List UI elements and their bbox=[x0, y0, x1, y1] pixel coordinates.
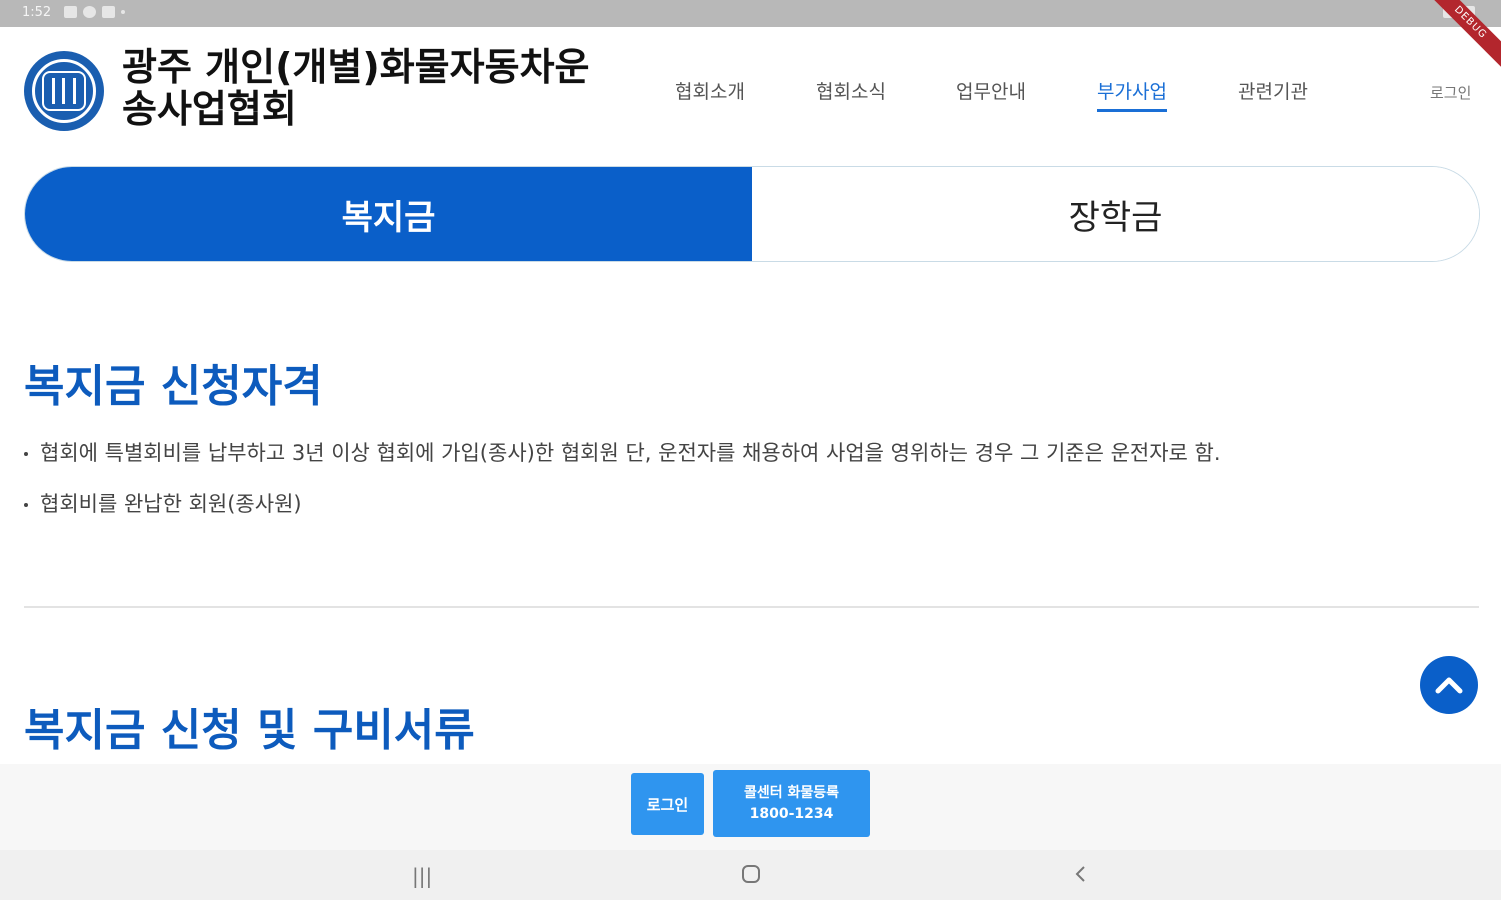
bottom-action-bar: 로그인 콜센터 화물등록 1800-1234 bbox=[0, 764, 1501, 850]
system-nav-bar: ||| bbox=[0, 850, 1501, 900]
bullet-item: 협회비를 완납한 회원(종사원) bbox=[24, 488, 302, 518]
youtube-icon bbox=[102, 6, 115, 18]
status-bar: 1:52 bbox=[0, 0, 1501, 27]
bullet-text: 협회비를 완납한 회원(종사원) bbox=[40, 492, 302, 516]
home-icon[interactable] bbox=[741, 864, 761, 889]
qualification-title: 복지금 신청자격 bbox=[24, 361, 323, 412]
nav-item-services[interactable]: 업무안내 bbox=[956, 77, 1026, 104]
bullet-dot-icon bbox=[24, 452, 28, 456]
chevron-up-icon bbox=[1435, 677, 1463, 694]
bullet-dot-icon bbox=[24, 503, 28, 507]
status-icons-left bbox=[64, 6, 125, 18]
gallery-icon bbox=[64, 6, 77, 18]
documents-title: 복지금 신청 및 구비서류 bbox=[24, 705, 475, 756]
back-icon[interactable] bbox=[1073, 864, 1087, 889]
tab-scholarship[interactable]: 장학금 bbox=[752, 167, 1479, 261]
benefit-tabs: 복지금 장학금 bbox=[24, 166, 1480, 262]
dot-icon bbox=[121, 10, 125, 14]
nav-item-additional-business[interactable]: 부가사업 bbox=[1097, 77, 1167, 112]
main-nav: 협회소개 협회소식 업무안내 부가사업 관련기관 bbox=[0, 77, 1501, 117]
header-login-link[interactable]: 로그인 bbox=[1430, 82, 1471, 103]
call-center-button[interactable]: 콜센터 화물등록 1800-1234 bbox=[713, 770, 870, 837]
recent-apps-icon[interactable]: ||| bbox=[412, 864, 432, 888]
bullet-text: 협회에 특별회비를 납부하고 3년 이상 협회에 가입(종사)한 협회원 단, … bbox=[40, 441, 1221, 465]
section-divider bbox=[24, 606, 1479, 608]
nav-item-news[interactable]: 협회소식 bbox=[816, 77, 886, 104]
bullet-item: 협회에 특별회비를 납부하고 3년 이상 협회에 가입(종사)한 협회원 단, … bbox=[24, 437, 1221, 467]
call-center-number: 1800-1234 bbox=[749, 805, 834, 822]
status-time: 1:52 bbox=[22, 5, 52, 20]
nav-item-about[interactable]: 협회소개 bbox=[675, 77, 745, 104]
account-icon bbox=[83, 6, 96, 18]
tab-welfare[interactable]: 복지금 bbox=[25, 167, 752, 261]
scroll-to-top-button[interactable] bbox=[1420, 656, 1478, 714]
call-center-label: 콜센터 화물등록 bbox=[743, 784, 840, 801]
login-button[interactable]: 로그인 bbox=[631, 773, 704, 835]
nav-item-related-agencies[interactable]: 관련기관 bbox=[1238, 77, 1308, 104]
